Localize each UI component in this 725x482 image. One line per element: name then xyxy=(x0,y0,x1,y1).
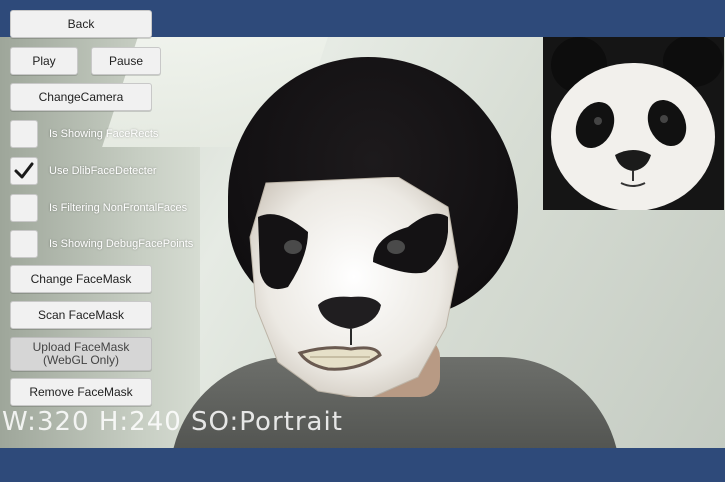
toggle-filtering-nonfrontal-faces[interactable]: Is Filtering NonFrontalFaces xyxy=(10,194,187,222)
toggle-checkbox[interactable] xyxy=(10,194,38,222)
change-camera-button[interactable]: ChangeCamera xyxy=(10,83,152,111)
change-facemask-button[interactable]: Change FaceMask xyxy=(10,265,152,293)
toggle-showing-face-rects[interactable]: Is Showing FaceRects xyxy=(10,120,158,148)
toggle-label: Is Showing FaceRects xyxy=(49,128,159,140)
toggle-checkbox[interactable] xyxy=(10,230,38,258)
panda-face-preview xyxy=(543,37,724,210)
upload-facemask-button[interactable]: Upload FaceMask (WebGL Only) xyxy=(10,337,152,371)
play-button[interactable]: Play xyxy=(10,47,78,75)
toggle-checkbox[interactable] xyxy=(10,157,38,185)
scan-facemask-button[interactable]: Scan FaceMask xyxy=(10,301,152,329)
facemask-preview xyxy=(543,37,724,210)
check-icon xyxy=(14,162,34,179)
toggle-use-dlib-face-detecter[interactable]: Use DlibFaceDetecter xyxy=(10,157,157,185)
toggle-showing-debug-face-points[interactable]: Is Showing DebugFacePoints xyxy=(10,230,193,258)
toggle-label: Is Filtering NonFrontalFaces xyxy=(49,202,188,214)
panda-face-mask xyxy=(249,177,459,397)
toggle-label: Use DlibFaceDetecter xyxy=(49,165,157,177)
back-button[interactable]: Back xyxy=(10,10,152,38)
upload-facemask-sublabel: (WebGL Only) xyxy=(42,353,120,367)
bottom-bar xyxy=(0,448,725,482)
camera-info-overlay: W:320 H:240 SO:Portrait xyxy=(2,407,343,437)
pause-button[interactable]: Pause xyxy=(91,47,161,75)
toggle-label: Is Showing DebugFacePoints xyxy=(49,238,194,250)
toggle-checkbox[interactable] xyxy=(10,120,38,148)
remove-facemask-button[interactable]: Remove FaceMask xyxy=(10,378,152,406)
